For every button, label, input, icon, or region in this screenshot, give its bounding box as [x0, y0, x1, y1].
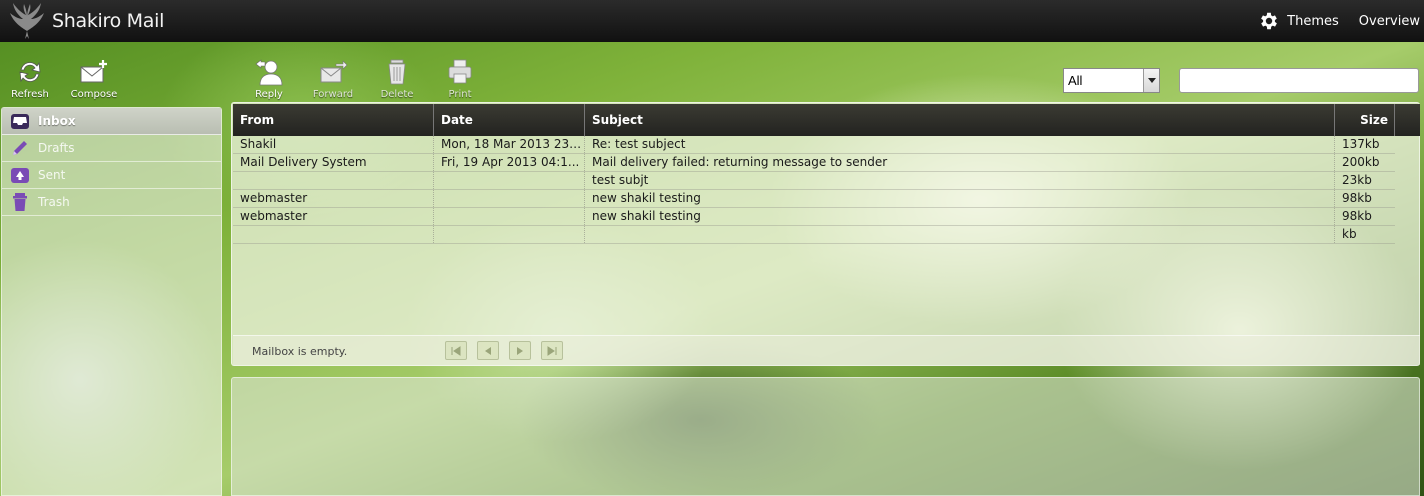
- column-header-size[interactable]: Size: [1335, 104, 1395, 136]
- message-from: [233, 172, 434, 189]
- wings-logo-icon: [10, 3, 44, 39]
- message-from: Shakil: [233, 136, 434, 153]
- last-page-icon: [547, 345, 557, 356]
- message-size: 137kb: [1342, 137, 1380, 151]
- delete-button[interactable]: Delete: [376, 58, 418, 100]
- sent-icon: [11, 168, 29, 183]
- printer-icon: [448, 59, 472, 84]
- folder-label: Trash: [38, 195, 70, 209]
- forward-label: Forward: [312, 89, 354, 100]
- themes-label: Themes: [1287, 13, 1339, 29]
- message-preview-pane: [231, 377, 1420, 496]
- message-from: Mail Delivery System: [233, 154, 434, 171]
- column-header-from[interactable]: From: [233, 104, 434, 136]
- delete-label: Delete: [380, 89, 414, 100]
- top-bar: Shakiro Mail Themes Overview: [0, 0, 1424, 42]
- gear-icon: [1261, 12, 1278, 30]
- next-page-icon: [517, 346, 523, 355]
- column-header-date[interactable]: Date: [434, 104, 585, 136]
- message-date: Mon, 18 Mar 2013 23:...: [434, 136, 585, 153]
- message-subject: [585, 226, 1335, 243]
- refresh-label: Refresh: [11, 89, 49, 100]
- forward-icon: [320, 60, 348, 83]
- message-size: 98kb: [1342, 191, 1372, 205]
- filter-selected-value: All: [1068, 73, 1083, 88]
- message-list-panel: From Date Subject Size Shakil Mon, 18 Ma…: [231, 102, 1420, 366]
- message-date: [434, 190, 585, 207]
- print-label: Print: [448, 89, 472, 100]
- message-date: [434, 226, 585, 243]
- message-subject: new shakil testing: [585, 208, 1335, 225]
- message-row[interactable]: kb: [233, 226, 1395, 244]
- message-from: [233, 226, 434, 243]
- previous-page-button[interactable]: [477, 341, 499, 360]
- message-date: [434, 208, 585, 225]
- previous-page-icon: [485, 346, 491, 355]
- message-date: [434, 172, 585, 189]
- message-row[interactable]: Shakil Mon, 18 Mar 2013 23:... Re: test …: [233, 136, 1395, 154]
- refresh-icon: [19, 61, 41, 83]
- message-list-header: From Date Subject Size: [233, 104, 1420, 136]
- print-button[interactable]: Print: [440, 58, 480, 100]
- folder-label: Drafts: [38, 141, 75, 155]
- message-from: webmaster: [233, 190, 434, 207]
- pencil-icon: [13, 141, 27, 155]
- overview-link[interactable]: Overview: [1359, 14, 1420, 29]
- message-size: 23kb: [1342, 173, 1372, 187]
- message-row[interactable]: webmaster new shakil testing 98kb: [233, 190, 1395, 208]
- message-row[interactable]: Mail Delivery System Fri, 19 Apr 2013 04…: [233, 154, 1395, 172]
- message-row[interactable]: test subjt 23kb: [233, 172, 1395, 190]
- pager-bar: Mailbox is empty.: [233, 335, 1420, 365]
- first-page-button[interactable]: [445, 341, 467, 360]
- search-input[interactable]: [1179, 68, 1419, 93]
- folder-label: Inbox: [38, 114, 76, 128]
- folder-trash[interactable]: Trash: [2, 189, 221, 216]
- message-size: kb: [1342, 227, 1357, 241]
- reply-icon: [255, 59, 283, 86]
- message-subject: new shakil testing: [585, 190, 1335, 207]
- message-date: Fri, 19 Apr 2013 04:1...: [434, 154, 585, 171]
- folder-drafts[interactable]: Drafts: [2, 135, 221, 162]
- folder-sidebar: Inbox Drafts Sent Trash: [1, 107, 222, 496]
- message-size: 200kb: [1342, 155, 1380, 169]
- message-row[interactable]: webmaster new shakil testing 98kb: [233, 208, 1395, 226]
- reply-label: Reply: [255, 89, 283, 100]
- folder-label: Sent: [38, 168, 66, 182]
- brand[interactable]: Shakiro Mail: [4, 2, 164, 40]
- refresh-button[interactable]: Refresh: [6, 58, 54, 100]
- themes-link[interactable]: Themes: [1258, 10, 1339, 32]
- message-subject: test subjt: [585, 172, 1335, 189]
- mailbox-status: Mailbox is empty.: [252, 345, 348, 358]
- compose-icon: [80, 60, 107, 83]
- delete-icon: [388, 59, 406, 85]
- chevron-down-icon[interactable]: [1143, 69, 1159, 92]
- forward-button[interactable]: Forward: [310, 58, 356, 100]
- reply-button[interactable]: Reply: [248, 58, 290, 100]
- compose-button[interactable]: Compose: [66, 58, 122, 100]
- trash-icon: [13, 193, 27, 211]
- next-page-button[interactable]: [509, 341, 531, 360]
- folder-filter-select[interactable]: All: [1063, 68, 1160, 93]
- folder-inbox[interactable]: Inbox: [2, 108, 221, 135]
- folder-sent[interactable]: Sent: [2, 162, 221, 189]
- inbox-icon: [11, 114, 29, 129]
- message-subject: Re: test subject: [585, 136, 1335, 153]
- compose-label: Compose: [70, 89, 118, 100]
- message-subject: Mail delivery failed: returning message …: [585, 154, 1335, 171]
- first-page-icon: [451, 345, 461, 356]
- message-from: webmaster: [233, 208, 434, 225]
- last-page-button[interactable]: [541, 341, 563, 360]
- column-header-spacer: [1395, 104, 1420, 136]
- app-title: Shakiro Mail: [52, 10, 165, 32]
- message-rows: Shakil Mon, 18 Mar 2013 23:... Re: test …: [233, 136, 1395, 244]
- message-size: 98kb: [1342, 209, 1372, 223]
- column-header-subject[interactable]: Subject: [585, 104, 1335, 136]
